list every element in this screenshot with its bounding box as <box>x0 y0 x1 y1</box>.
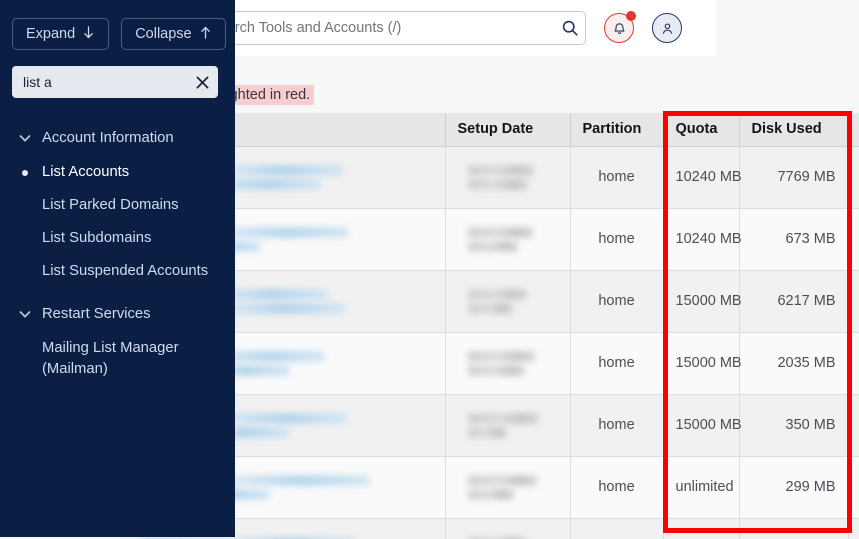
redacted-date <box>458 465 558 510</box>
sidebar-filter-input[interactable] <box>12 74 186 90</box>
cell-overflow[interactable]: h <box>848 270 859 332</box>
cell-partition: home <box>570 394 663 456</box>
arrow-down-icon <box>82 25 95 44</box>
cell-overflow[interactable]: h <box>848 394 859 456</box>
cell-overflow[interactable]: h <box>848 208 859 270</box>
sidebar-item-label: Mailing List Manager (Mailman) <box>42 338 221 380</box>
sidebar-tree-controls: Expand Collapse <box>12 18 226 50</box>
redacted-date <box>458 155 558 200</box>
cell-disk-used: 350 MB <box>739 394 848 456</box>
cell-quota: unlimited <box>663 456 739 518</box>
cell-quota: 10240 MB <box>663 208 739 270</box>
column-header-disk-used[interactable]: Disk Used <box>739 113 848 146</box>
sidebar-item-list-subdomains[interactable]: List Subdomains <box>0 222 235 255</box>
cell-disk-used: 299 MB <box>739 456 848 518</box>
cell-partition: home <box>570 332 663 394</box>
redacted-date <box>458 341 558 386</box>
cell-quota: 10240 MB <box>663 146 739 208</box>
app-root: counts are highlighted in red. Contact E… <box>0 0 859 539</box>
sidebar-group-spacer <box>0 288 235 298</box>
cell-setup-date <box>445 518 570 539</box>
cell-disk-used: 6217 MB <box>739 270 848 332</box>
cell-setup-date <box>445 456 570 518</box>
cell-disk-used: 673 MB <box>739 208 848 270</box>
chevron-down-icon <box>18 307 32 326</box>
cell-overflow[interactable]: h <box>848 146 859 208</box>
cell-overflow[interactable]: h <box>848 456 859 518</box>
notifications-button[interactable] <box>604 13 634 43</box>
active-bullet-icon <box>18 170 32 176</box>
expand-button[interactable]: Expand <box>12 18 109 50</box>
cell-quota: 15000 MB <box>663 332 739 394</box>
sidebar-item-label: List Accounts <box>42 162 129 183</box>
sidebar-nav: Account Information List Accounts List Par… <box>0 122 235 386</box>
sidebar-item-label: List Parked Domains <box>42 195 179 216</box>
sidebar-group-restart-services[interactable]: Restart Services <box>0 298 235 332</box>
column-header-partition[interactable]: Partition <box>570 113 663 146</box>
cell-setup-date <box>445 332 570 394</box>
cell-partition: home <box>570 208 663 270</box>
column-header-setup-date[interactable]: Setup Date <box>445 113 570 146</box>
cell-partition: home <box>570 270 663 332</box>
arrow-up-icon <box>199 25 212 44</box>
search-input[interactable] <box>197 20 555 36</box>
sidebar-item-list-parked-domains[interactable]: List Parked Domains <box>0 189 235 222</box>
sidebar-group-label: Restart Services <box>42 304 151 324</box>
redacted-date <box>458 279 558 324</box>
left-sidebar: Expand Collapse list a Account Informati… <box>0 0 235 537</box>
redacted-date <box>458 403 558 448</box>
sidebar-item-list-accounts[interactable]: List Accounts <box>0 156 235 189</box>
redacted-date <box>458 217 558 262</box>
cell-quota: 10240 MB <box>663 518 739 539</box>
cell-setup-date <box>445 208 570 270</box>
sidebar-item-label: List Suspended Accounts <box>42 261 208 282</box>
sidebar-item-label: List Subdomains <box>42 228 151 249</box>
cell-partition: home <box>570 456 663 518</box>
cell-setup-date <box>445 146 570 208</box>
cell-quota: 15000 MB <box>663 394 739 456</box>
cell-overflow[interactable]: h <box>848 518 859 539</box>
global-search[interactable] <box>196 11 586 45</box>
cell-setup-date <box>445 394 570 456</box>
collapse-button-label: Collapse <box>135 26 191 42</box>
sidebar-filter[interactable] <box>12 66 218 98</box>
sidebar-item-list-suspended-accounts[interactable]: List Suspended Accounts <box>0 255 235 288</box>
cell-disk-used: 7769 MB <box>739 146 848 208</box>
notification-badge-dot <box>626 11 636 21</box>
sidebar-group-account-information[interactable]: Account Information <box>0 122 235 156</box>
collapse-button[interactable]: Collapse <box>121 18 225 50</box>
cell-disk-used: 128 MB <box>739 518 848 539</box>
cell-quota: 15000 MB <box>663 270 739 332</box>
chevron-down-icon <box>18 131 32 150</box>
redacted-date <box>458 527 558 539</box>
column-header-overflow <box>848 113 859 146</box>
cell-disk-used: 2035 MB <box>739 332 848 394</box>
expand-button-label: Expand <box>26 26 75 42</box>
close-icon[interactable] <box>186 66 218 98</box>
sidebar-item-mailing-list-manager-mailman[interactable]: Mailing List Manager (Mailman) <box>0 332 235 386</box>
cell-partition: home <box>570 518 663 539</box>
cell-overflow[interactable]: h <box>848 332 859 394</box>
sidebar-group-label: Account Information <box>42 128 174 148</box>
search-icon[interactable] <box>555 13 585 43</box>
cell-partition: home <box>570 146 663 208</box>
user-avatar[interactable] <box>652 13 682 43</box>
cell-setup-date <box>445 270 570 332</box>
column-header-quota[interactable]: Quota <box>663 113 739 146</box>
